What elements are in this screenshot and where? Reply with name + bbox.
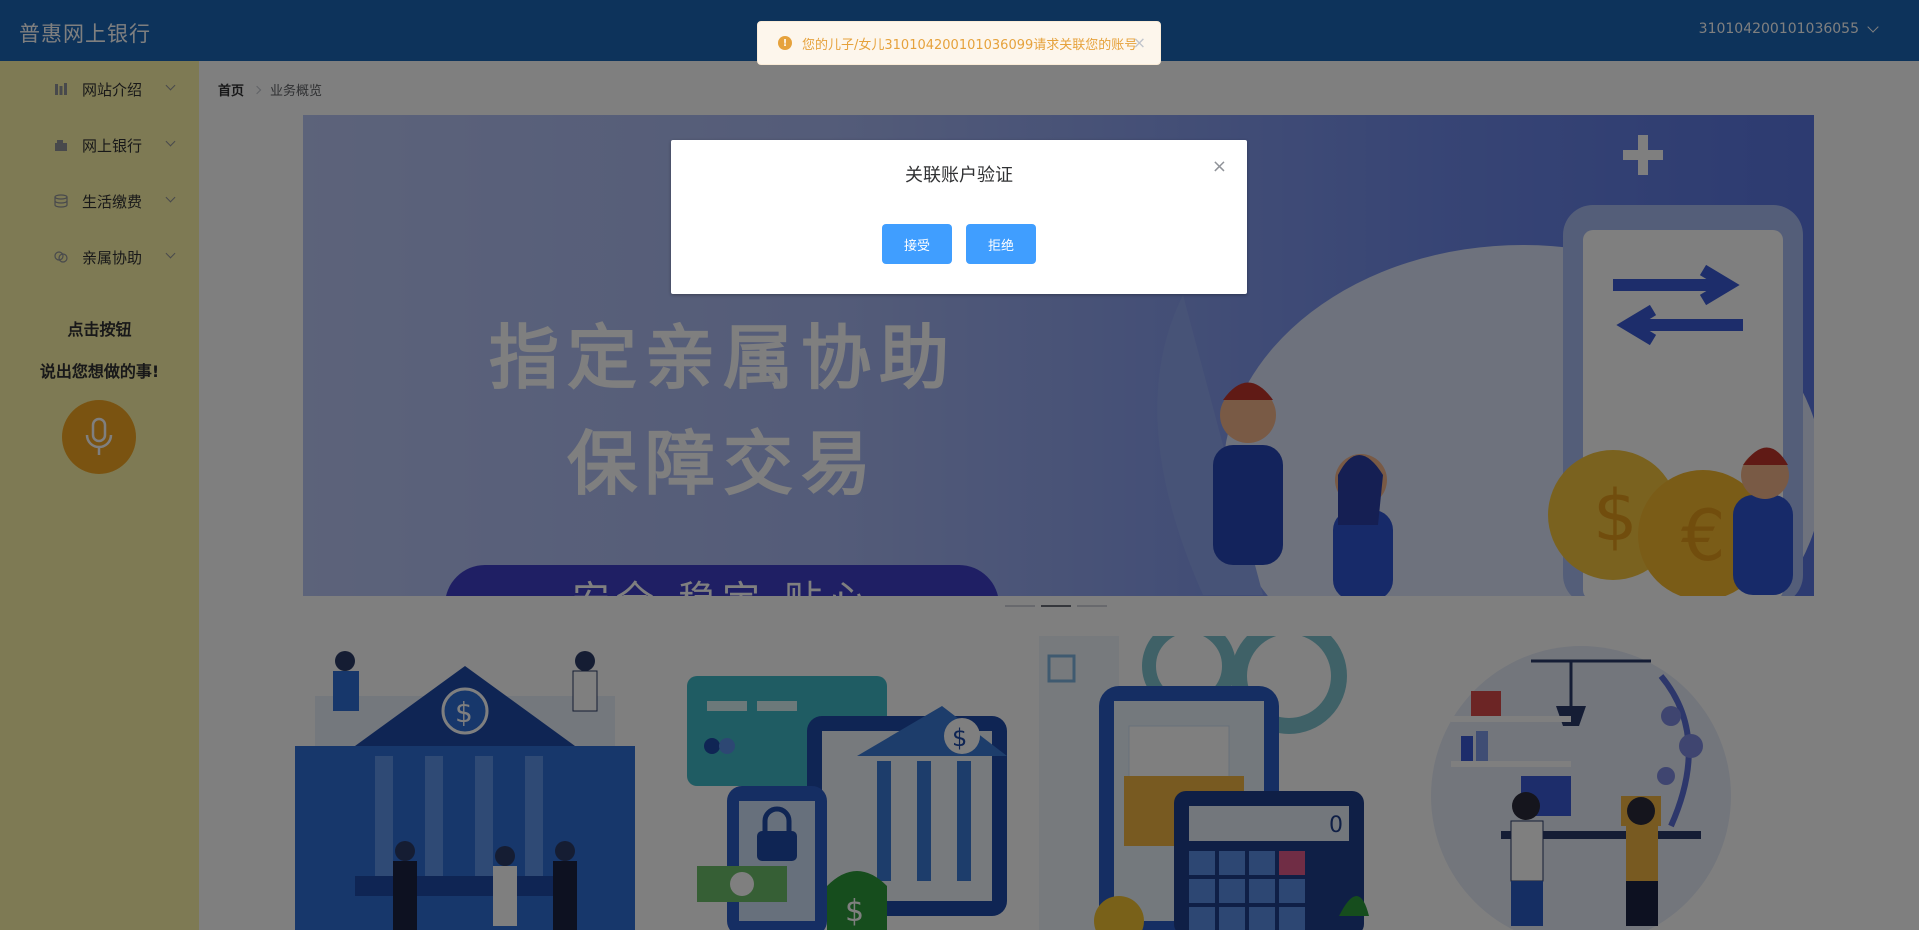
reject-button[interactable]: 拒绝 bbox=[966, 224, 1036, 264]
link-verify-dialog: 关联账户验证 × 接受 拒绝 bbox=[671, 140, 1247, 294]
close-icon[interactable]: × bbox=[1212, 158, 1227, 176]
warning-icon: ! bbox=[778, 36, 792, 50]
close-icon[interactable]: × bbox=[1133, 35, 1146, 51]
accept-button[interactable]: 接受 bbox=[882, 224, 952, 264]
link-request-toast: ! 您的儿子/女儿310104200101036099请求关联您的账号 × bbox=[757, 21, 1161, 65]
toast-message: 您的儿子/女儿310104200101036099请求关联您的账号 bbox=[802, 37, 1138, 53]
dialog-title: 关联账户验证 bbox=[905, 165, 1013, 186]
